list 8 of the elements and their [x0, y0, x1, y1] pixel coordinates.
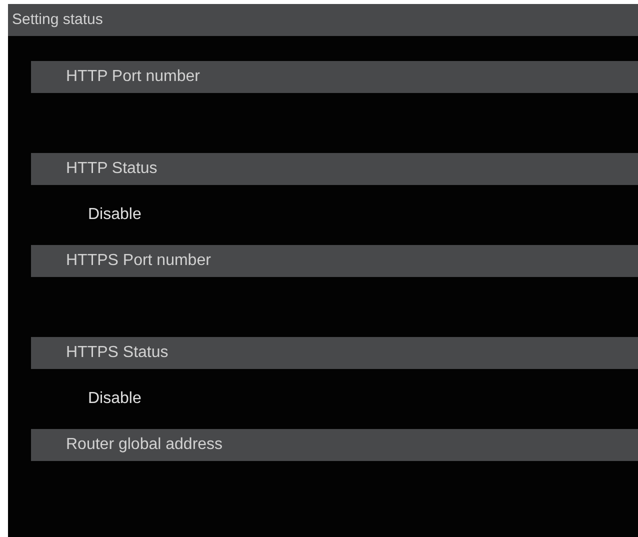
item-header: HTTP Status — [31, 153, 638, 185]
item-header: HTTP Port number — [31, 61, 638, 93]
status-value: Disable — [88, 206, 142, 224]
item-header: HTTPS Status — [31, 337, 638, 369]
item-header: HTTPS Port number — [31, 245, 638, 277]
section-header: Setting status — [8, 4, 638, 36]
status-value: Disable — [88, 390, 142, 408]
item-header: Router global address — [31, 429, 638, 461]
